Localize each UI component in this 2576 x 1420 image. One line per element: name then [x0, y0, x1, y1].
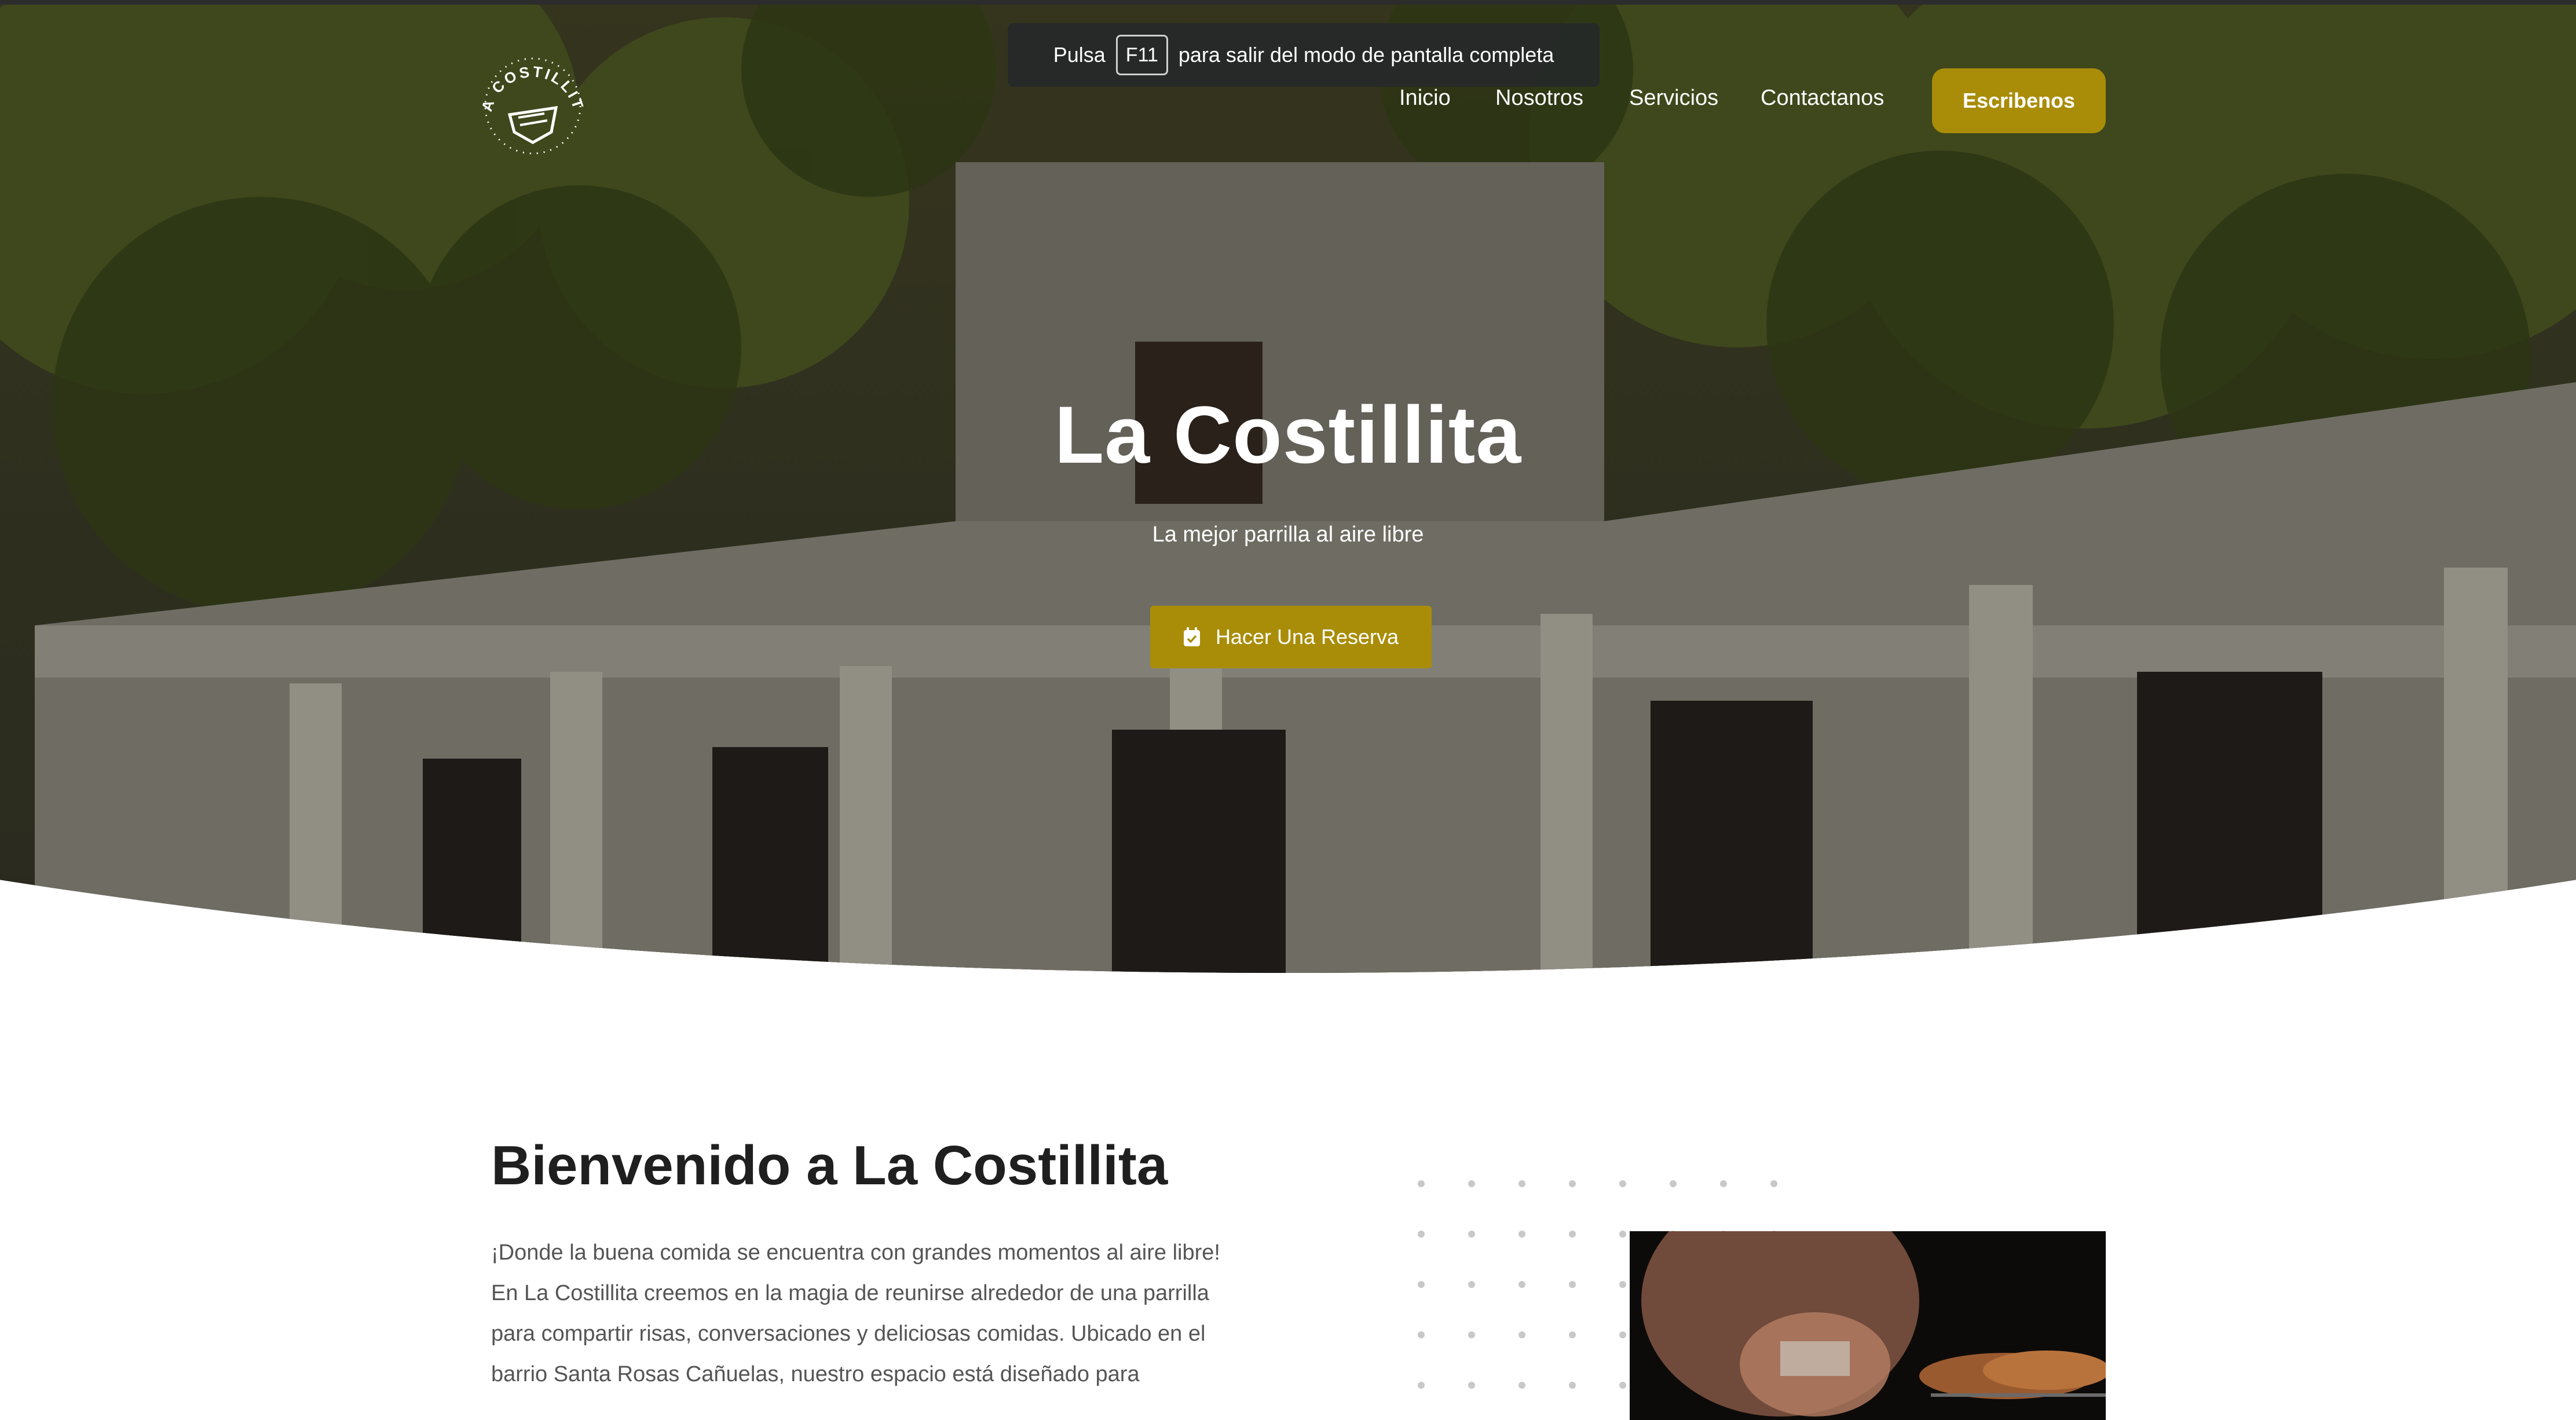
top-edge: [0, 0, 2576, 5]
nav-contactanos[interactable]: Contactanos: [1761, 86, 1884, 111]
f11-key: F11: [1115, 35, 1168, 75]
decorative-dot: [1518, 1382, 1525, 1389]
decorative-dot: [1418, 1281, 1425, 1288]
svg-text:LA COSTILLITA: LA COSTILLITA: [475, 45, 587, 114]
decorative-dot: [1518, 1331, 1525, 1338]
decorative-dot: [1569, 1180, 1576, 1187]
decorative-dot: [1468, 1382, 1475, 1389]
grill-food-photo: [1630, 1231, 2106, 1420]
decorative-dot: [1619, 1331, 1626, 1338]
welcome-paragraph-1: ¡Donde la buena comida se encuentra con …: [491, 1240, 1220, 1265]
reserve-button[interactable]: Hacer Una Reserva: [1150, 606, 1432, 668]
decorative-dot: [1418, 1231, 1425, 1238]
welcome-text: ¡Donde la buena comida se encuentra con …: [491, 1232, 1221, 1395]
brand-logo[interactable]: LA COSTILLITA: [475, 45, 591, 161]
decorative-dot: [1619, 1382, 1626, 1389]
decorative-dot: [1670, 1180, 1677, 1187]
decorative-dot: [1418, 1180, 1425, 1187]
hero-section: [0, 0, 2576, 973]
decorative-dot: [1619, 1180, 1626, 1187]
decorative-dot: [1468, 1180, 1475, 1187]
decorative-dot: [1569, 1382, 1576, 1389]
decorative-dot: [1770, 1180, 1777, 1187]
decorative-dot: [1569, 1231, 1576, 1238]
hero-subtitle: La mejor parrilla al aire libre: [1152, 522, 1424, 547]
decorative-dot: [1619, 1231, 1626, 1238]
fullscreen-notice-suffix: para salir del modo de pantalla completa: [1178, 43, 1554, 67]
decorative-dot: [1720, 1180, 1727, 1187]
decorative-dot: [1619, 1281, 1626, 1288]
decorative-dot: [1418, 1331, 1425, 1338]
decorative-dot: [1418, 1382, 1425, 1389]
decorative-dot: [1468, 1231, 1475, 1238]
decorative-dot: [1569, 1331, 1576, 1338]
decorative-dot: [1468, 1331, 1475, 1338]
decorative-dot: [1569, 1281, 1576, 1288]
nav-servicios[interactable]: Servicios: [1629, 86, 1718, 111]
logo-text: LA COSTILLITA: [475, 45, 585, 114]
fullscreen-notice: Pulsa F11 para salir del modo de pantall…: [1008, 23, 1600, 87]
decorative-dot: [1518, 1180, 1525, 1187]
hero-background-image: [0, 0, 2576, 973]
decorative-dot: [1518, 1281, 1525, 1288]
nav-inicio[interactable]: Inicio: [1399, 86, 1451, 111]
grill-photo-art: [1630, 1231, 2106, 1420]
decorative-dot: [1518, 1231, 1525, 1238]
escribenos-button[interactable]: Escribenos: [1932, 68, 2106, 133]
welcome-paragraph-2: En La Costillita creemos en la magia de …: [491, 1281, 1209, 1386]
hero-title: La Costillita: [1054, 389, 1522, 480]
nav-nosotros[interactable]: Nosotros: [1495, 86, 1583, 111]
grill-icon: [507, 106, 558, 144]
welcome-title: Bienvenido a La Costillita: [491, 1134, 1168, 1196]
decorative-dot: [1468, 1281, 1475, 1288]
calendar-icon: [1183, 627, 1200, 646]
fullscreen-notice-prefix: Pulsa: [1053, 43, 1106, 67]
reserve-button-label: Hacer Una Reserva: [1215, 625, 1399, 649]
